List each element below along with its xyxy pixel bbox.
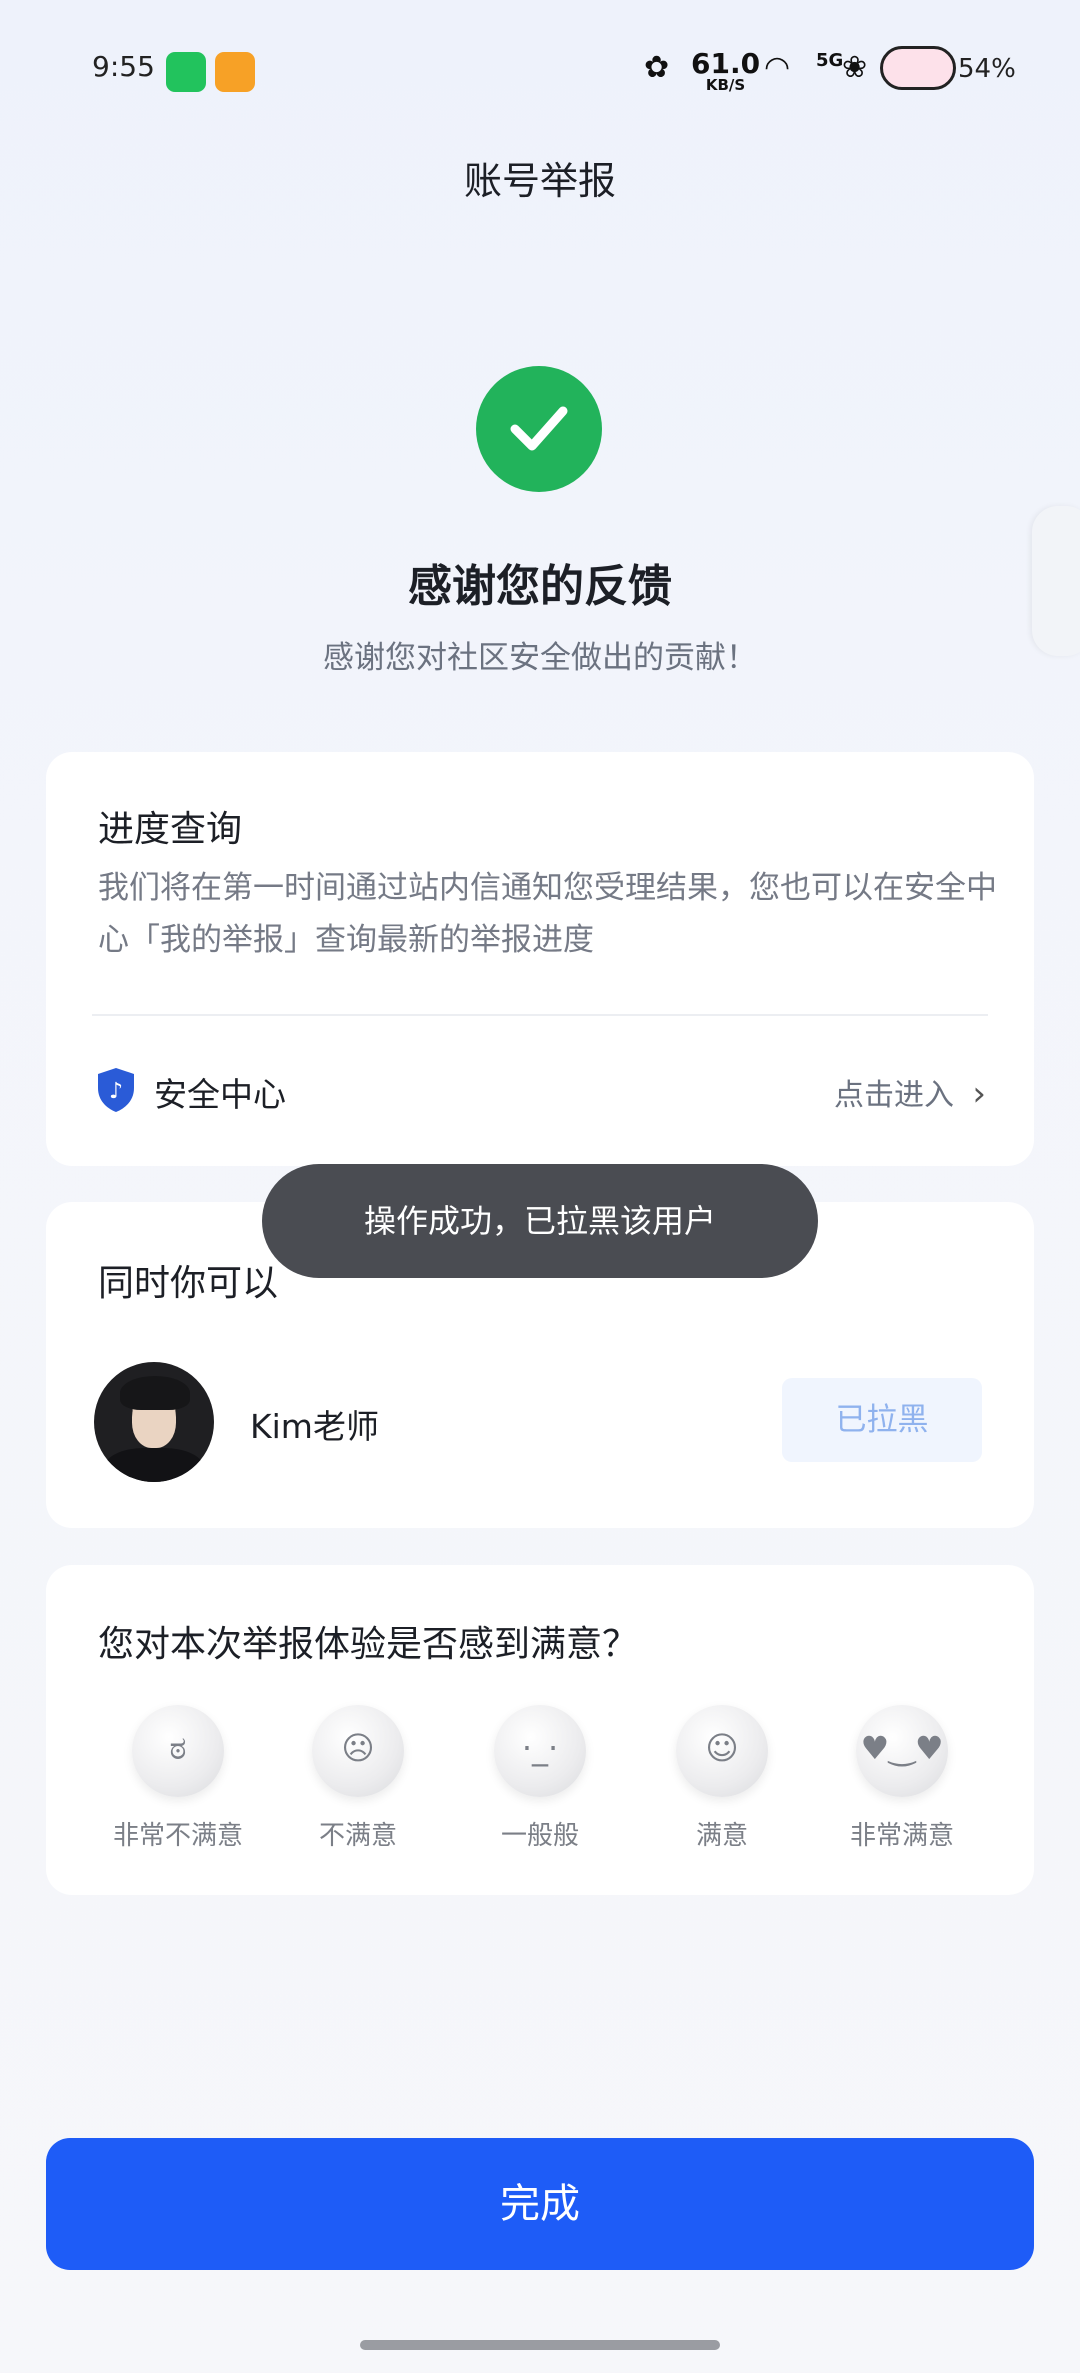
battery-icon bbox=[880, 46, 956, 90]
survey-card: 您对本次举报体验是否感到满意？ ಠ 非常不满意 ☹ 不满意 ·_· 一般般 ☺ … bbox=[46, 1565, 1034, 1895]
very-dissatisfied-face-icon: ಠ bbox=[132, 1705, 224, 1797]
video-app-notification-icon bbox=[215, 52, 255, 92]
rating-satisfied[interactable]: ☺ 满意 bbox=[632, 1705, 812, 1852]
wifi-icon: ◠ bbox=[764, 50, 791, 85]
rating-very-satisfied[interactable]: ♥‿♥ 非常满意 bbox=[812, 1705, 992, 1852]
progress-title: 进度查询 bbox=[98, 809, 243, 850]
progress-description: 我们将在第一时间通过站内信通知您受理结果，您也可以在安全中心「我的举报」查询最新… bbox=[98, 870, 997, 958]
shield-icon: ♪ bbox=[98, 1068, 134, 1112]
neutral-face-icon: ·_· bbox=[494, 1705, 586, 1797]
wechat-notification-icon bbox=[166, 52, 206, 92]
bow-icon: ✿ bbox=[644, 50, 670, 85]
rating-dissatisfied[interactable]: ☹ 不满意 bbox=[268, 1705, 448, 1852]
divider bbox=[92, 1014, 988, 1016]
dissatisfied-face-icon: ☹ bbox=[312, 1705, 404, 1797]
toast-message: 操作成功，已拉黑该用户 bbox=[262, 1164, 818, 1278]
paw-icon: ❀ bbox=[842, 50, 868, 85]
network-speed: 61.0 KB/S bbox=[691, 47, 761, 94]
very-satisfied-face-icon: ♥‿♥ bbox=[856, 1705, 948, 1797]
result-title: 感谢您的反馈 bbox=[408, 561, 672, 612]
blocked-button[interactable]: 已拉黑 bbox=[782, 1378, 982, 1462]
svg-text:♪: ♪ bbox=[109, 1079, 123, 1104]
result-subtitle: 感谢您对社区安全做出的贡献！ bbox=[323, 640, 757, 676]
security-center-label: 安全中心 bbox=[154, 1075, 286, 1114]
avatar[interactable] bbox=[94, 1362, 214, 1482]
survey-question: 您对本次举报体验是否感到满意？ bbox=[98, 1624, 639, 1665]
rating-options: ಠ 非常不满意 ☹ 不满意 ·_· 一般般 ☺ 满意 ♥‿♥ 非常满意 bbox=[46, 1705, 1034, 1851]
enter-link[interactable]: 点击进入 bbox=[834, 1070, 954, 1114]
status-bar: 9:55 ✿ 61.0 KB/S ◠ 5G ❀ 54% bbox=[0, 0, 1080, 140]
done-button[interactable]: 完成 bbox=[46, 2138, 1034, 2270]
home-indicator[interactable] bbox=[360, 2340, 720, 2350]
status-time: 9:55 bbox=[92, 50, 155, 83]
battery-level: 54% bbox=[958, 54, 1016, 84]
satisfied-face-icon: ☺ bbox=[676, 1705, 768, 1797]
rating-neutral[interactable]: ·_· 一般般 bbox=[450, 1705, 630, 1852]
page-title: 账号举报 bbox=[463, 159, 616, 203]
also-title: 同时你可以 bbox=[98, 1263, 279, 1304]
cellular-signal-icon: 5G bbox=[816, 50, 844, 71]
user-name: Kim老师 bbox=[250, 1407, 379, 1446]
rating-very-dissatisfied[interactable]: ಠ 非常不满意 bbox=[88, 1705, 268, 1852]
chevron-right-icon: › bbox=[972, 1074, 986, 1114]
progress-card: 进度查询 我们将在第一时间通过站内信通知您受理结果，您也可以在安全中心「我的举报… bbox=[46, 752, 1034, 1166]
check-circle-icon bbox=[476, 366, 602, 492]
